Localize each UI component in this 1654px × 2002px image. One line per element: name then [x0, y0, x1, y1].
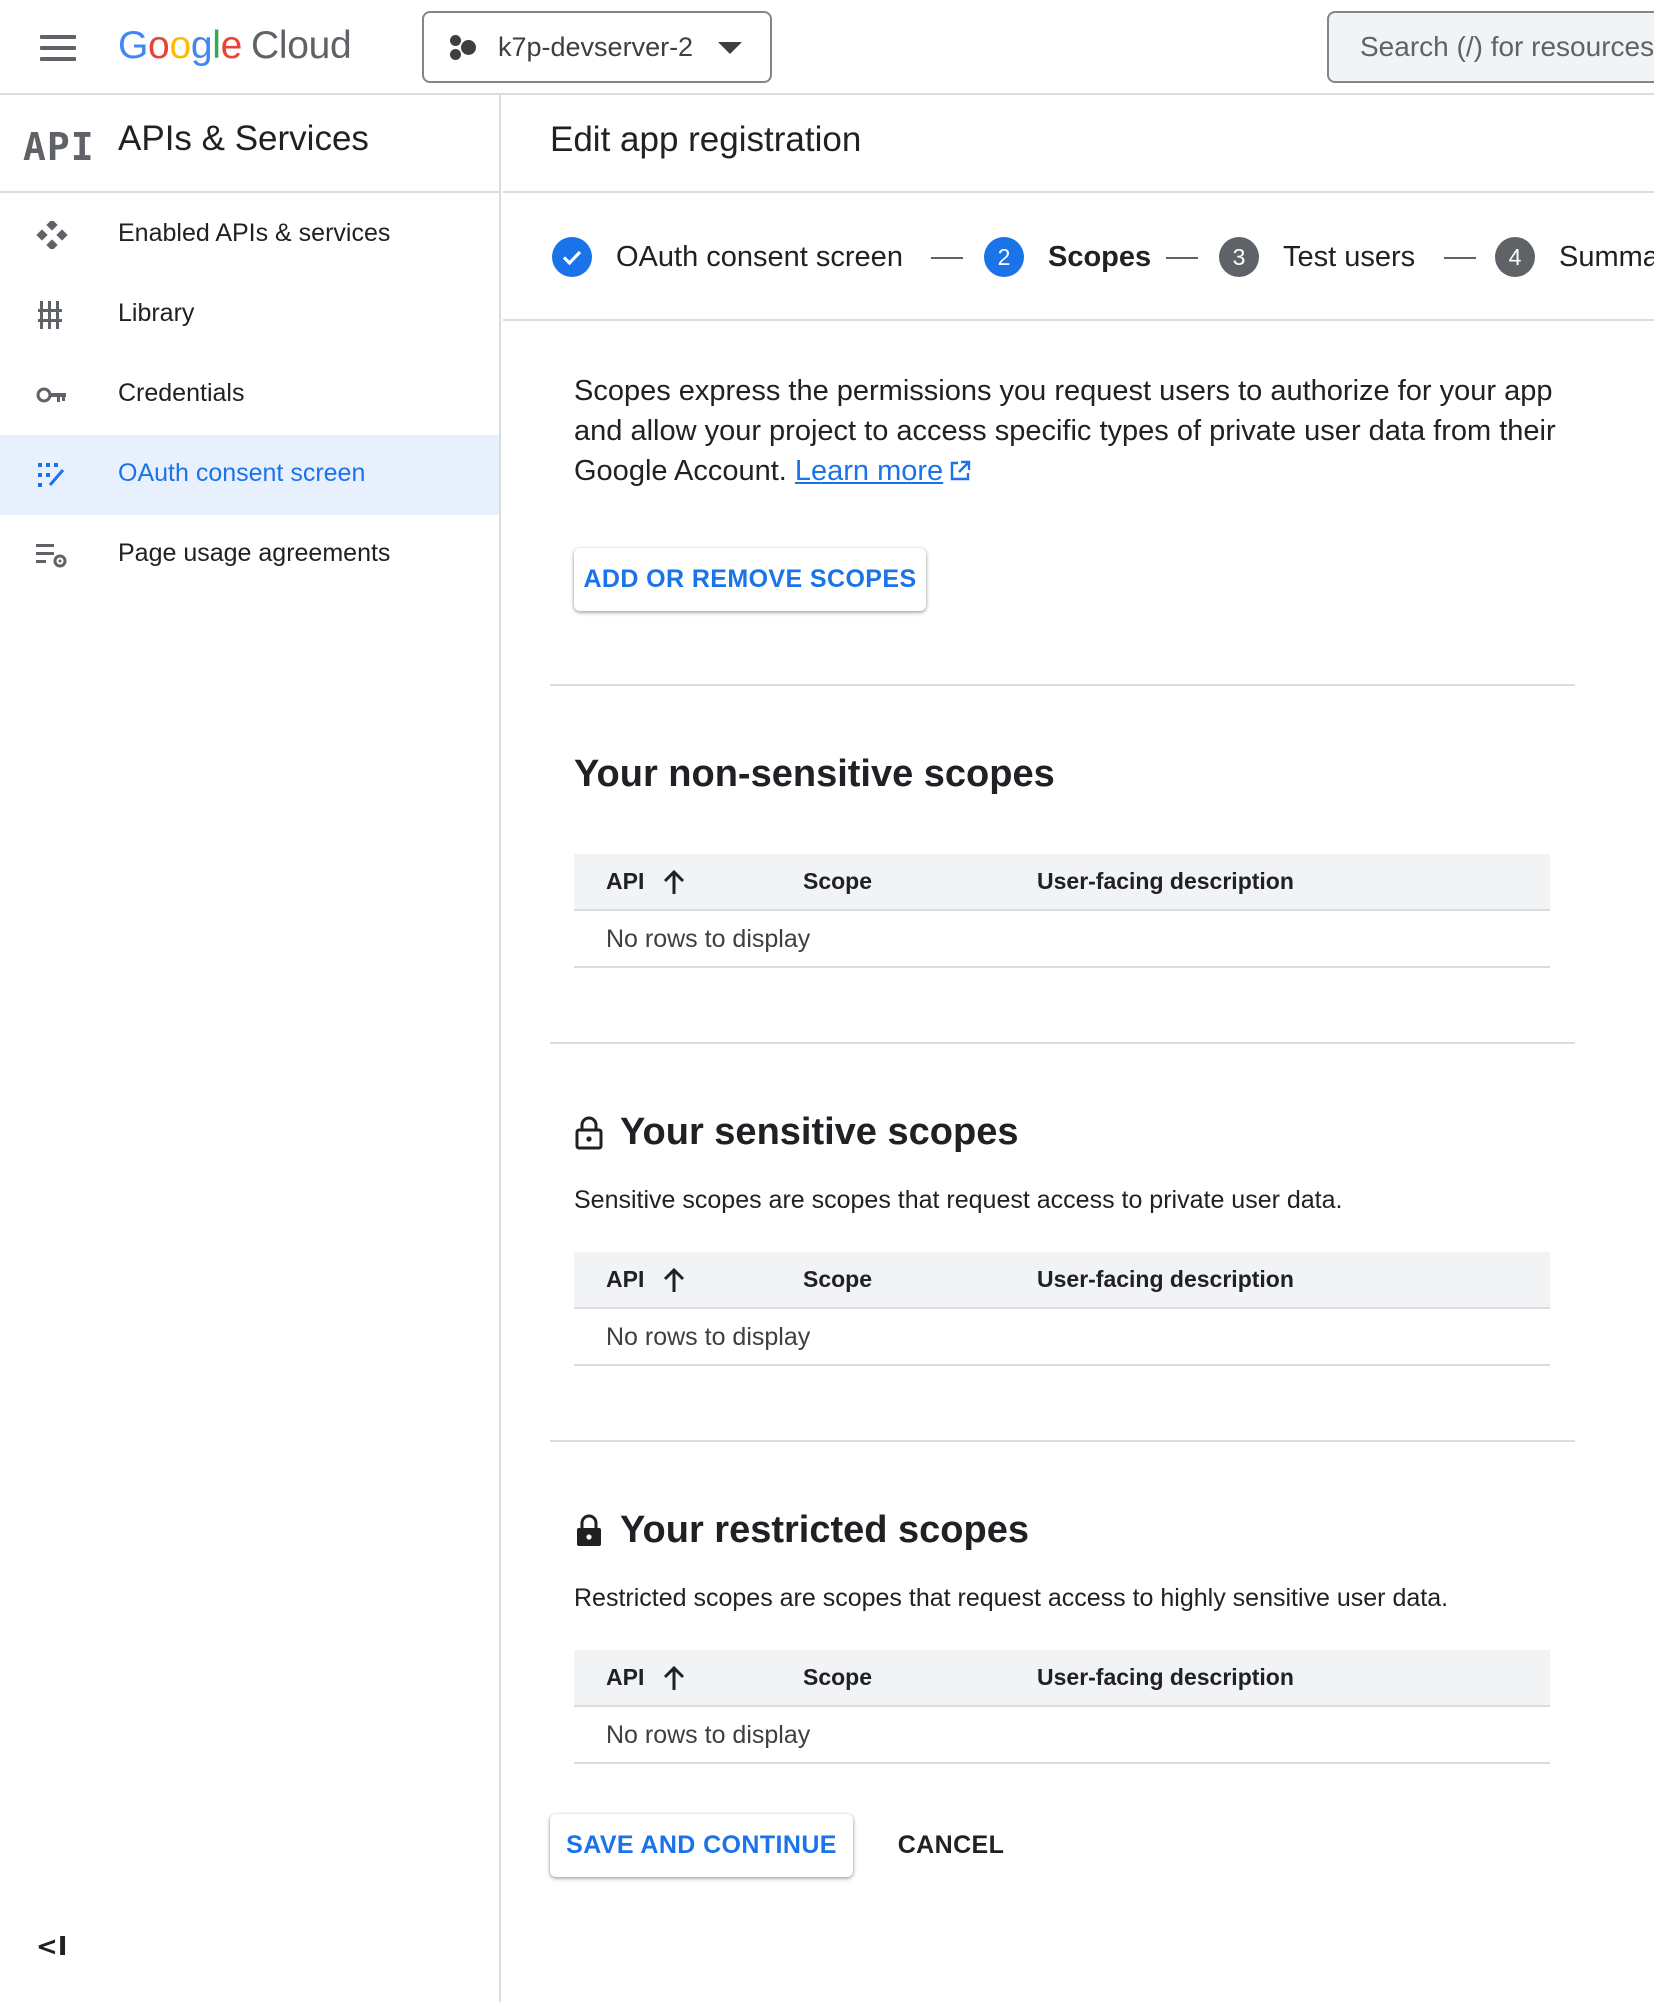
step-scopes[interactable]: 2 Scopes — [984, 237, 1151, 277]
sidebar-nav: Enabled APIs & services Library Credenti… — [0, 195, 499, 595]
step-oauth-consent-screen[interactable]: OAuth consent screen — [552, 237, 903, 277]
lock-open-outline-icon — [575, 1116, 603, 1149]
enabled-apis-icon — [36, 219, 68, 251]
step-number: 3 — [1219, 237, 1259, 277]
step-connector — [1444, 257, 1476, 259]
column-scope[interactable]: Scope — [803, 868, 872, 895]
table-header: API Scope User-facing description — [574, 1650, 1550, 1707]
empty-message: No rows to display — [606, 925, 811, 953]
empty-message: No rows to display — [606, 1721, 811, 1749]
oauth-icon — [36, 461, 68, 489]
check-icon — [552, 237, 592, 277]
lock-icon — [577, 1514, 601, 1546]
api-logo-icon: API — [23, 125, 95, 169]
restricted-scopes-title: Your restricted scopes — [574, 1509, 1029, 1552]
empty-message: No rows to display — [606, 1323, 811, 1351]
sidebar-item-enabled-apis[interactable]: Enabled APIs & services — [0, 195, 499, 275]
column-api[interactable]: API — [606, 1266, 644, 1293]
column-api[interactable]: API — [606, 1664, 644, 1691]
table-row: No rows to display — [574, 1309, 1550, 1366]
sidebar: API APIs & Services Enabled APIs & servi… — [0, 95, 501, 2002]
collapse-sidebar-icon[interactable]: <I — [36, 1932, 70, 1966]
sensitive-scopes-table: API Scope User-facing description No row… — [574, 1252, 1550, 1366]
project-icon — [448, 32, 478, 62]
save-and-continue-button[interactable]: SAVE AND CONTINUE — [550, 1814, 853, 1877]
google-cloud-logo[interactable]: Google Cloud — [118, 18, 352, 74]
scopes-intro: Scopes express the permissions you reque… — [574, 371, 1584, 491]
main-menu-icon[interactable] — [36, 31, 80, 65]
sort-ascending-icon[interactable] — [660, 1664, 688, 1692]
sidebar-title: APIs & Services — [118, 119, 369, 158]
column-scope[interactable]: Scope — [803, 1664, 872, 1691]
restricted-scopes-description: Restricted scopes are scopes that reques… — [574, 1584, 1449, 1612]
project-picker[interactable]: k7p-devserver-2 — [422, 11, 772, 83]
restricted-scopes-table: API Scope User-facing description No row… — [574, 1650, 1550, 1764]
table-row: No rows to display — [574, 911, 1550, 968]
sensitive-scopes-title: Your sensitive scopes — [574, 1111, 1018, 1154]
project-name: k7p-devserver-2 — [498, 31, 694, 62]
key-icon — [36, 381, 68, 409]
step-number: 2 — [984, 237, 1024, 277]
step-summary[interactable]: 4 Summary — [1495, 237, 1654, 277]
external-link-icon — [951, 460, 971, 481]
step-test-users[interactable]: 3 Test users — [1219, 237, 1415, 277]
sidebar-item-page-usage-agreements[interactable]: Page usage agreements — [0, 515, 499, 595]
table-header: API Scope User-facing description — [574, 854, 1550, 911]
search-bar[interactable] — [1327, 11, 1654, 83]
sort-ascending-icon[interactable] — [660, 868, 688, 896]
divider — [550, 1440, 1575, 1442]
sidebar-header: API APIs & Services — [0, 95, 499, 193]
table-row: No rows to display — [574, 1707, 1550, 1764]
non-sensitive-scopes-title: Your non-sensitive scopes — [574, 753, 1055, 795]
column-api[interactable]: API — [606, 868, 644, 895]
sort-ascending-icon[interactable] — [660, 1266, 688, 1294]
cancel-button[interactable]: CANCEL — [889, 1814, 1013, 1877]
page-title: Edit app registration — [550, 120, 862, 159]
divider — [550, 1042, 1575, 1044]
sensitive-scopes-description: Sensitive scopes are scopes that request… — [574, 1186, 1343, 1214]
search-input[interactable] — [1360, 31, 1654, 63]
library-icon — [36, 301, 68, 329]
divider — [550, 684, 1575, 686]
intro-text: Scopes express the permissions you reque… — [574, 375, 1556, 487]
column-scope[interactable]: Scope — [803, 1266, 872, 1293]
settings-list-icon — [36, 541, 68, 569]
page-header: Edit app registration — [503, 95, 1654, 193]
step-number: 4 — [1495, 237, 1535, 277]
stepper: OAuth consent screen 2 Scopes 3 Test use… — [503, 193, 1654, 321]
sidebar-item-credentials[interactable]: Credentials — [0, 355, 499, 435]
column-description[interactable]: User-facing description — [1037, 1266, 1294, 1293]
column-description[interactable]: User-facing description — [1037, 868, 1294, 895]
step-connector — [1166, 257, 1198, 259]
sidebar-item-library[interactable]: Library — [0, 275, 499, 355]
chevron-down-icon — [718, 42, 742, 54]
main-content: Edit app registration OAuth consent scre… — [503, 95, 1654, 2002]
table-header: API Scope User-facing description — [574, 1252, 1550, 1309]
top-bar: Google Cloud k7p-devserver-2 — [0, 0, 1654, 95]
step-connector — [931, 257, 963, 259]
learn-more-link[interactable]: Learn more — [795, 455, 943, 487]
column-description[interactable]: User-facing description — [1037, 1664, 1294, 1691]
add-or-remove-scopes-button[interactable]: ADD OR REMOVE SCOPES — [574, 548, 926, 611]
non-sensitive-scopes-table: API Scope User-facing description No row… — [574, 854, 1550, 968]
sidebar-item-oauth-consent-screen[interactable]: OAuth consent screen — [0, 435, 499, 515]
